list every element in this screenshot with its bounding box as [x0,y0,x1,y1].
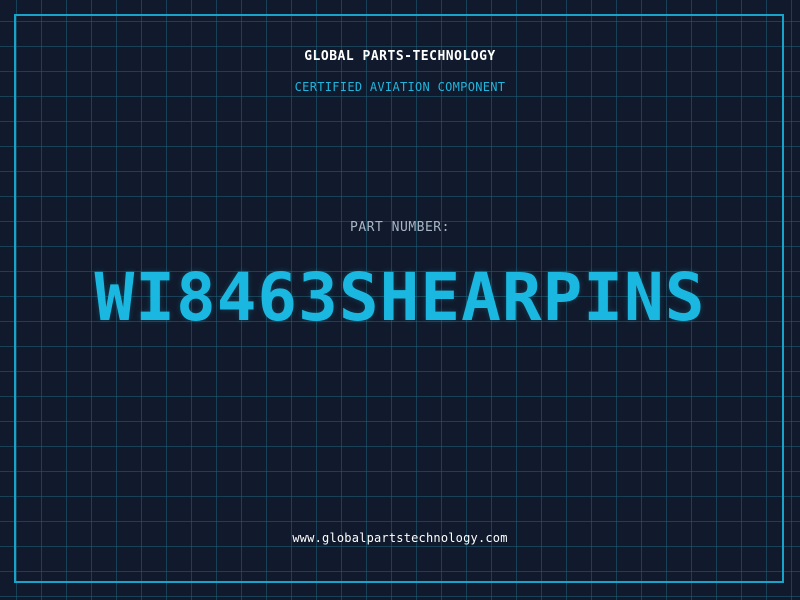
part-number-label: PART NUMBER: [350,220,450,235]
part-number-value: WI8463SHEARPINS [94,259,706,336]
certification-tagline: CERTIFIED AVIATION COMPONENT [294,80,506,94]
company-name: GLOBAL PARTS-TECHNOLOGY [304,49,496,64]
part-card: GLOBAL PARTS-TECHNOLOGY CERTIFIED AVIATI… [0,0,800,600]
website-url: www.globalpartstechnology.com [292,531,508,545]
